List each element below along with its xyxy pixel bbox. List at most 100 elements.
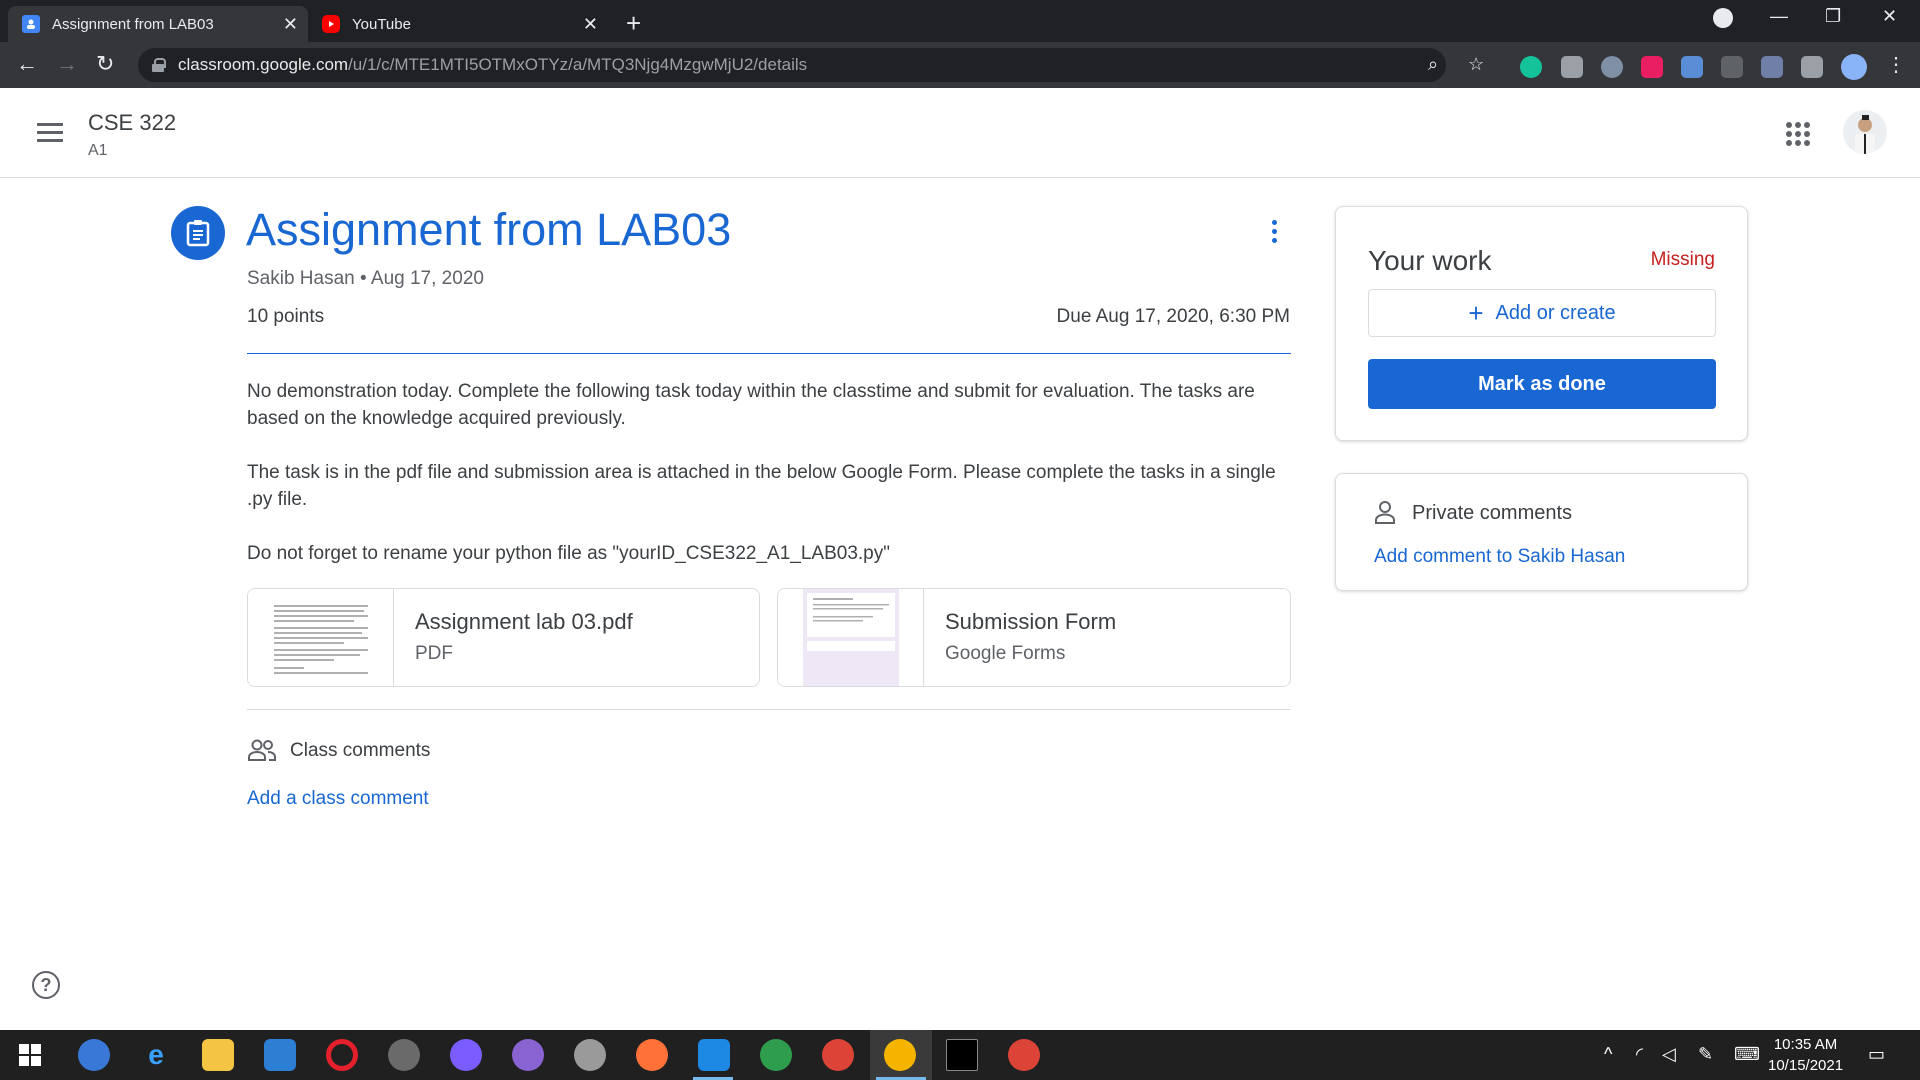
clock-date: 10/15/2021: [1768, 1057, 1844, 1074]
clock-time: 10:35 AM: [1773, 1036, 1838, 1053]
people-icon: [247, 738, 277, 762]
taskbar-clock[interactable]: 10:35 AM 10/15/2021: [1768, 1034, 1843, 1076]
attachment-form[interactable]: Submission Form Google Forms: [777, 588, 1291, 687]
windows-start-icon[interactable]: [14, 1039, 46, 1071]
account-avatar[interactable]: [1843, 110, 1887, 154]
github-desktop-icon[interactable]: [512, 1039, 544, 1071]
assignment-meta: Sakib Hasan • Aug 17, 2020: [247, 268, 484, 289]
points-label: 10 points: [247, 306, 325, 327]
back-icon[interactable]: ←: [16, 51, 38, 77]
classroom-favicon-icon: [22, 15, 40, 33]
extension-icon[interactable]: [1601, 56, 1623, 78]
mark-as-done-button[interactable]: Mark as done: [1368, 359, 1716, 409]
qbittorrent-icon[interactable]: [78, 1039, 110, 1071]
attachment-pdf[interactable]: Assignment lab 03.pdf PDF: [247, 588, 760, 687]
tab-youtube[interactable]: YouTube ✕: [308, 6, 608, 42]
url-text: classroom.google.com/u/1/c/MTE1MTI5OTMxO…: [178, 55, 808, 74]
browser-toolbar: ← → ↻ classroom.google.com/u/1/c/MTE1MTI…: [0, 42, 1920, 88]
instruction-paragraph: No demonstration today. Complete the fol…: [247, 381, 1255, 429]
restore-icon[interactable]: ❐: [1825, 6, 1841, 27]
puzzle-extensions-icon[interactable]: [1801, 56, 1823, 78]
app-icon[interactable]: [574, 1039, 606, 1071]
opera-icon[interactable]: [326, 1039, 358, 1071]
messenger-icon[interactable]: [450, 1039, 482, 1071]
attachment-type: Google Forms: [945, 643, 1066, 664]
pen-icon[interactable]: ✎: [1698, 1044, 1713, 1065]
add-or-create-button[interactable]: + Add or create: [1368, 289, 1716, 337]
extension-icon[interactable]: [1721, 56, 1743, 78]
chrome-profile-icon[interactable]: [1008, 1039, 1040, 1071]
your-work-card: Your work Missing + Add or create Mark a…: [1335, 206, 1748, 441]
more-options-icon[interactable]: [1270, 220, 1278, 246]
bookmark-star-icon[interactable]: ☆: [1468, 54, 1484, 75]
due-date: Due Aug 17, 2020, 6:30 PM: [1056, 306, 1290, 327]
instruction-paragraph: The task is in the pdf file and submissi…: [247, 462, 1276, 510]
form-thumbnail: [778, 589, 924, 686]
minimize-icon[interactable]: —: [1770, 6, 1788, 27]
add-class-comment-link[interactable]: Add a class comment: [247, 788, 429, 810]
firefox-icon[interactable]: [636, 1039, 668, 1071]
close-window-icon[interactable]: ✕: [1882, 6, 1897, 27]
classroom-header: CSE 322 A1: [0, 88, 1920, 178]
vscode-icon[interactable]: [698, 1039, 730, 1071]
reload-icon[interactable]: ↻: [96, 51, 114, 77]
new-tab-icon[interactable]: +: [626, 8, 641, 39]
address-bar[interactable]: classroom.google.com/u/1/c/MTE1MTI5OTMxO…: [138, 48, 1484, 82]
pdf-thumbnail: [248, 589, 394, 686]
edge-icon[interactable]: e: [140, 1039, 172, 1071]
close-tab-icon[interactable]: ✕: [283, 14, 298, 35]
tab-title: Assignment from LAB03: [52, 15, 214, 33]
tab-search-icon[interactable]: [1713, 8, 1733, 28]
post-date: Aug 17, 2020: [370, 268, 484, 289]
assignment-icon: [171, 206, 225, 260]
profile-avatar-icon[interactable]: [1841, 54, 1867, 80]
chrome-icon[interactable]: [822, 1039, 854, 1071]
show-hidden-icons-icon[interactable]: ^: [1604, 1044, 1612, 1065]
attachment-type: PDF: [415, 643, 453, 664]
class-section: A1: [88, 142, 108, 159]
chrome-active-icon[interactable]: [884, 1039, 916, 1071]
terminal-icon[interactable]: [946, 1039, 978, 1071]
mail-icon[interactable]: [264, 1039, 296, 1071]
browser-tab-strip: Assignment from LAB03 ✕ YouTube ✕ + — ❐ …: [0, 0, 1920, 42]
main-menu-icon[interactable]: [37, 123, 63, 143]
attachment-name: Submission Form: [945, 609, 1117, 634]
app-icon[interactable]: [388, 1039, 420, 1071]
zoom-icon[interactable]: ⌕: [1428, 54, 1438, 75]
status-badge: Missing: [1650, 249, 1715, 270]
add-private-comment-link[interactable]: Add comment to Sakib Hasan: [1374, 546, 1625, 568]
class-comments-label: Class comments: [290, 740, 431, 761]
network-icon[interactable]: ◜: [1636, 1044, 1643, 1065]
download-extension-icon[interactable]: [1681, 56, 1703, 78]
plus-icon: +: [1468, 298, 1484, 328]
grammarly-extension-icon[interactable]: [1520, 56, 1542, 78]
help-icon[interactable]: ?: [32, 971, 60, 999]
volume-icon[interactable]: ◁: [1662, 1044, 1676, 1065]
author-name: Sakib Hasan: [247, 268, 355, 289]
tab-classroom[interactable]: Assignment from LAB03 ✕: [8, 6, 308, 42]
chrome-menu-icon[interactable]: ⋮: [1886, 52, 1908, 76]
google-apps-icon[interactable]: [1786, 122, 1810, 146]
pen-extension-icon[interactable]: [1761, 56, 1783, 78]
tab-title: YouTube: [352, 15, 411, 33]
add-or-create-label: Add or create: [1495, 301, 1616, 324]
windows-taskbar: e ^ ◜ ◁ ✎ ⌨ 10:35 AM 10/15/2021 ▭: [0, 1030, 1920, 1080]
attachment-name: Assignment lab 03.pdf: [415, 609, 633, 634]
forward-icon[interactable]: →: [56, 51, 78, 77]
camera-extension-icon[interactable]: [1561, 56, 1583, 78]
keyboard-icon[interactable]: ⌨: [1734, 1044, 1760, 1065]
assignment-title: Assignment from LAB03: [246, 204, 732, 255]
instruction-paragraph: Do not forget to rename your python file…: [247, 543, 890, 564]
play-extension-icon[interactable]: [1641, 56, 1663, 78]
class-title[interactable]: CSE 322: [88, 110, 176, 136]
private-comments-card: Private comments Add comment to Sakib Ha…: [1335, 473, 1748, 591]
comments-divider: [247, 709, 1291, 710]
file-explorer-icon[interactable]: [202, 1039, 234, 1071]
app-icon[interactable]: [760, 1039, 792, 1071]
youtube-favicon-icon: [322, 15, 340, 33]
close-tab-icon[interactable]: ✕: [583, 14, 598, 35]
notifications-icon[interactable]: ▭: [1868, 1044, 1885, 1065]
lock-icon: [152, 58, 166, 72]
person-icon: [1374, 500, 1396, 524]
your-work-title: Your work: [1368, 245, 1492, 276]
